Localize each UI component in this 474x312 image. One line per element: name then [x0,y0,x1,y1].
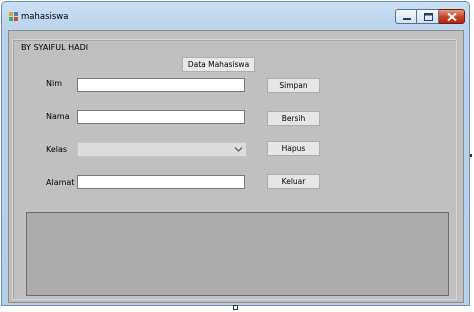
form-client-area: BY SYAIFUL HADI Data Mahasiswa Nim Simpa… [8,30,464,303]
alamat-field[interactable] [77,175,245,189]
resize-handle[interactable] [233,305,238,310]
keluar-button[interactable]: Keluar [267,174,320,189]
window-title: mahasiswa [21,12,69,22]
data-grid[interactable] [26,212,449,296]
nim-field[interactable] [77,78,245,92]
alamat-label: Alamat [46,178,75,187]
title-bar[interactable]: mahasiswa [2,2,469,30]
nama-field[interactable] [77,110,245,124]
nama-label: Nama [46,112,70,121]
group-box-title: BY SYAIFUL HADI [19,43,91,52]
simpan-button[interactable]: Simpan [267,78,320,93]
maximize-button[interactable] [417,9,439,24]
edge-resize-handle[interactable] [470,154,472,157]
nim-label: Nim [46,79,62,88]
chevron-down-icon [234,147,243,152]
app-window: mahasiswa BY SYAIFUL HADI Data Mahasiswa… [1,1,470,306]
winforms-app-icon [9,12,18,21]
kelas-combobox[interactable] [77,142,247,157]
kelas-label: Kelas [46,145,68,154]
data-mahasiswa-button[interactable]: Data Mahasiswa [182,57,255,72]
bersih-button[interactable]: Bersih [267,111,320,126]
maximize-icon [424,13,433,21]
minimize-button[interactable] [395,9,417,24]
minimize-icon [403,18,411,20]
close-icon [447,12,457,22]
hapus-button[interactable]: Hapus [267,141,320,156]
close-button[interactable] [439,9,465,24]
